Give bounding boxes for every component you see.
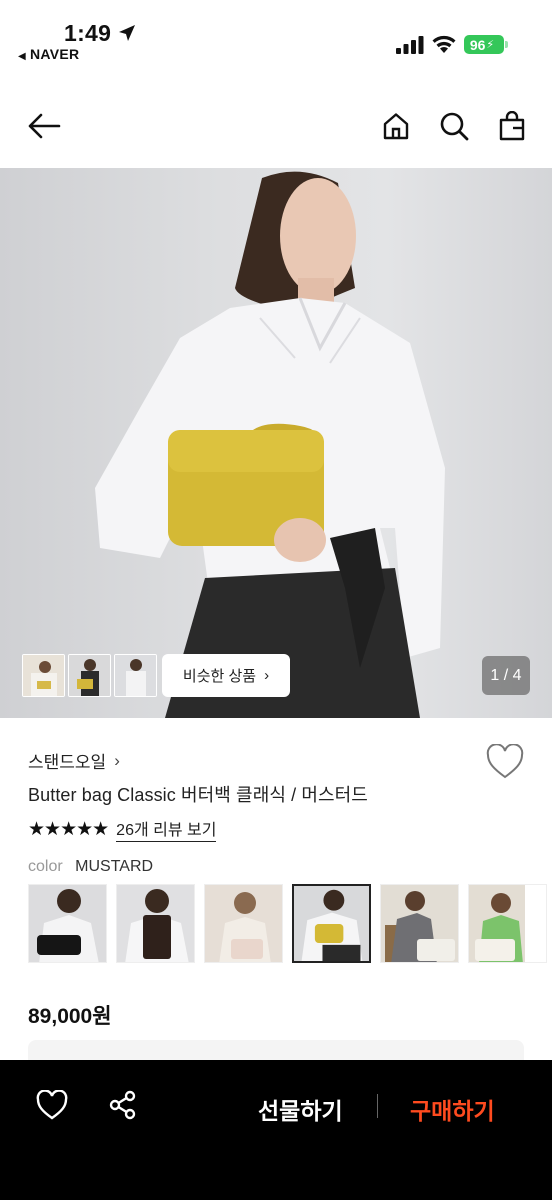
- cellular-signal-icon: [396, 36, 424, 54]
- color-swatch-black[interactable]: [28, 884, 107, 963]
- swatch-image: [117, 885, 194, 962]
- brand-name: 스탠드오일: [28, 753, 107, 772]
- swatch-image: [29, 885, 106, 962]
- top-nav: [0, 96, 552, 158]
- search-icon: [440, 112, 469, 141]
- similar-products-label: 비슷한 상품: [182, 668, 257, 685]
- back-app-label: NAVER: [30, 46, 80, 62]
- back-arrow-icon: [28, 113, 61, 139]
- gallery-thumb-3[interactable]: [114, 654, 157, 697]
- product-hero-image[interactable]: 비슷한 상품 › 1 / 4: [0, 168, 552, 718]
- swatch-image: [381, 885, 458, 962]
- battery-indicator: 96 ⚡: [464, 35, 508, 54]
- location-arrow-icon: [119, 25, 135, 41]
- status-time: 1:49: [64, 20, 112, 46]
- buy-button[interactable]: 구매하기: [410, 1092, 495, 1126]
- wishlist-heart-icon[interactable]: [486, 744, 524, 780]
- color-swatch-cream[interactable]: [204, 884, 283, 963]
- wifi-icon: [432, 35, 456, 53]
- charging-bolt-icon: ⚡: [486, 39, 495, 51]
- cart-button[interactable]: [494, 108, 530, 144]
- thumb-image: [115, 655, 156, 696]
- color-label: color: [28, 858, 63, 875]
- rating-row: ★★★★★ 26개 리뷰 보기: [28, 816, 217, 842]
- image-counter: 1 / 4: [482, 656, 530, 695]
- color-swatch-mustard[interactable]: [292, 884, 371, 963]
- model-photo: [95, 171, 445, 718]
- share-icon[interactable]: [108, 1090, 138, 1120]
- brand-link[interactable]: 스탠드오일 ›: [28, 748, 120, 773]
- back-triangle-icon: ◀: [18, 51, 26, 62]
- home-icon: [383, 113, 409, 140]
- home-button[interactable]: [378, 108, 414, 144]
- bottom-action-bar: 선물하기 구매하기: [0, 1060, 552, 1200]
- color-value: MUSTARD: [75, 858, 154, 875]
- gallery-thumbnails: [22, 654, 157, 697]
- gallery-thumb-1[interactable]: [22, 654, 65, 697]
- similar-products-button[interactable]: 비슷한 상품 ›: [162, 654, 290, 697]
- color-swatch-white[interactable]: [468, 884, 547, 963]
- gallery-thumb-2[interactable]: [68, 654, 111, 697]
- product-name: Butter bag Classic 버터백 클래식 / 머스터드: [28, 785, 368, 805]
- action-divider: [377, 1094, 378, 1118]
- shopping-bag-icon: [499, 111, 525, 141]
- color-option-row: color MUSTARD: [28, 858, 153, 876]
- swatch-image: [205, 885, 282, 962]
- back-to-app-link[interactable]: ◀ NAVER: [18, 46, 79, 62]
- star-rating-icon: ★★★★★: [28, 818, 109, 840]
- product-price: 89,000원: [28, 1005, 112, 1028]
- reviews-link[interactable]: 26개 리뷰 보기: [116, 816, 217, 842]
- back-button[interactable]: [26, 108, 62, 144]
- chevron-right-icon: ›: [264, 667, 270, 684]
- color-swatch-gray[interactable]: [380, 884, 459, 963]
- chevron-right-icon: ›: [114, 750, 120, 770]
- swatch-image: [294, 886, 369, 961]
- battery-level: 96: [469, 36, 486, 53]
- color-swatch-brown[interactable]: [116, 884, 195, 963]
- search-button[interactable]: [436, 108, 472, 144]
- heart-icon[interactable]: [36, 1090, 68, 1120]
- gift-button[interactable]: 선물하기: [258, 1092, 343, 1126]
- status-bar: 1:49 ◀ NAVER 96 ⚡: [0, 0, 552, 72]
- swatch-image: [469, 885, 525, 962]
- thumb-image: [23, 655, 64, 696]
- color-swatches: [28, 884, 547, 963]
- thumb-image: [69, 655, 110, 696]
